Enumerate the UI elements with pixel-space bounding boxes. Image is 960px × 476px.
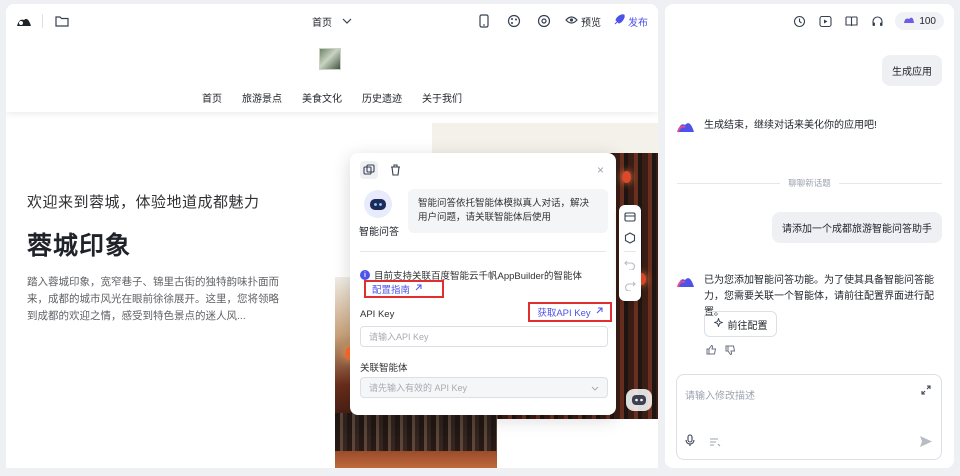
composer-placeholder: 请输入修改描述 [685,391,755,402]
goto-config-label: 前往配置 [727,320,768,332]
undo-icon[interactable] [622,257,638,273]
close-icon[interactable]: × [597,163,604,177]
send-icon[interactable] [919,435,933,451]
headset-icon[interactable] [869,13,885,29]
credits-badge[interactable]: 100 [895,12,944,30]
get-api-key-link[interactable]: 获取API Key [528,302,612,322]
publish-button[interactable]: 发布 [613,13,648,29]
info-icon: i [360,270,370,280]
chatbot-launcher-icon[interactable] [626,389,652,411]
agent-select-placeholder: 请先输入有效的 API Key [369,383,468,393]
agent-select[interactable]: 请先输入有效的 API Key [360,377,608,398]
assistant-logo-icon [677,119,695,137]
redo-icon[interactable] [622,278,638,294]
editor-toolbar: 首页 预览 发布 [6,4,658,38]
site-nav: 首页 旅游景点 美食文化 历史遗迹 关于我们 [6,90,658,105]
user-message: 请添加一个成都旅游智能问答助手 [772,212,942,243]
preview-button[interactable]: 预览 [565,14,601,29]
assistant-logo-icon [677,274,695,292]
agent-description: 智能问答依托智能体模拟真人对话，解决用户问题，请关联智能体后使用 [408,189,608,233]
qa-config-popover: × 智能问答 智能问答依托智能体模拟真人对话，解决用户问题，请关联智能体后使用 … [350,153,616,415]
nav-item-history[interactable]: 历史遗迹 [362,90,402,105]
config-guide-label: 配置指南 [372,285,411,296]
site-header: 首页 旅游景点 美食文化 历史遗迹 关于我们 [6,38,658,112]
nav-item-attractions[interactable]: 旅游景点 [242,90,282,105]
nav-item-about[interactable]: 关于我们 [422,90,462,105]
thumbs-down-icon[interactable] [725,345,736,358]
preview-label: 预览 [581,17,601,29]
publish-label: 发布 [628,17,648,29]
microphone-icon[interactable] [685,434,695,450]
folder-icon[interactable] [53,12,71,30]
divider [42,14,43,28]
bot-message-text: 生成结束，继续对话来美化你的应用吧! [704,120,877,131]
trash-icon[interactable] [386,161,404,179]
get-api-key-label: 获取API Key [537,308,591,319]
nav-item-home[interactable]: 首页 [202,90,222,105]
eye-icon [565,15,578,28]
new-topic-label: 聊聊新话题 [788,178,831,188]
config-guide-link[interactable]: 配置指南 [364,280,444,298]
nav-item-food[interactable]: 美食文化 [302,90,342,105]
api-key-input[interactable]: 请输入API Key [360,326,608,347]
hero-title: 蓉城印象 [27,232,132,260]
copy-icon[interactable] [360,161,378,179]
chevron-down-icon [342,16,352,27]
chat-panel: 100 生成应用 生成结束，继续对话来美化你的应用吧! 聊聊新话题 请添加一个成… [665,4,954,468]
mobile-icon[interactable] [475,12,493,30]
api-key-placeholder: 请输入API Key [369,332,429,342]
external-link-icon [414,284,422,295]
hero-subtitle: 欢迎来到蓉城，体验地道成都魅力 [27,194,260,211]
chat-toolbar: 100 [791,12,944,30]
agent-name: 智能问答 [359,227,399,238]
credits-icon [903,15,915,27]
floating-toolbar [619,205,641,301]
new-topic-divider: 聊聊新话题 [677,177,942,189]
goto-config-button[interactable]: 前往配置 [704,311,777,337]
bot-message: 生成结束，继续对话来美化你的应用吧! [677,118,877,137]
logo-icon[interactable] [16,13,32,29]
external-link-icon [595,307,603,318]
site-logo[interactable] [319,48,341,70]
agent-select-label: 关联智能体 [360,363,408,374]
format-list-icon[interactable] [709,437,721,450]
divider [360,251,606,252]
settings-icon[interactable] [535,12,553,30]
hero-description: 踏入蓉城印象，宽窄巷子、锦里古街的独特韵味扑面而来，成都的城市风光在眼前徐徐展开… [27,276,279,322]
chevron-down-icon [591,383,599,393]
robot-icon [364,190,392,218]
video-icon[interactable] [817,13,833,29]
rocket-icon [613,13,625,29]
hero-section: 欢迎来到蓉城，体验地道成都魅力 蓉城印象 踏入蓉城印象，宽窄巷子、锦里古街的独特… [27,191,287,325]
expand-icon[interactable] [921,385,931,398]
chat-composer[interactable]: 请输入修改描述 [676,374,942,460]
user-message: 生成应用 [882,55,942,86]
page-selector-label: 首页 [312,17,332,29]
book-icon[interactable] [843,13,859,29]
sparkle-icon [712,317,724,330]
page-selector[interactable]: 首页 [312,14,352,29]
divider [624,251,636,252]
thumbs-up-icon[interactable] [706,344,717,358]
credits-value: 100 [919,15,936,27]
history-icon[interactable] [791,13,807,29]
cube-icon[interactable] [622,230,638,246]
palette-icon[interactable] [505,12,523,30]
api-key-label: API Key [360,309,395,320]
feedback-actions [706,344,736,358]
layers-icon[interactable] [622,209,638,225]
